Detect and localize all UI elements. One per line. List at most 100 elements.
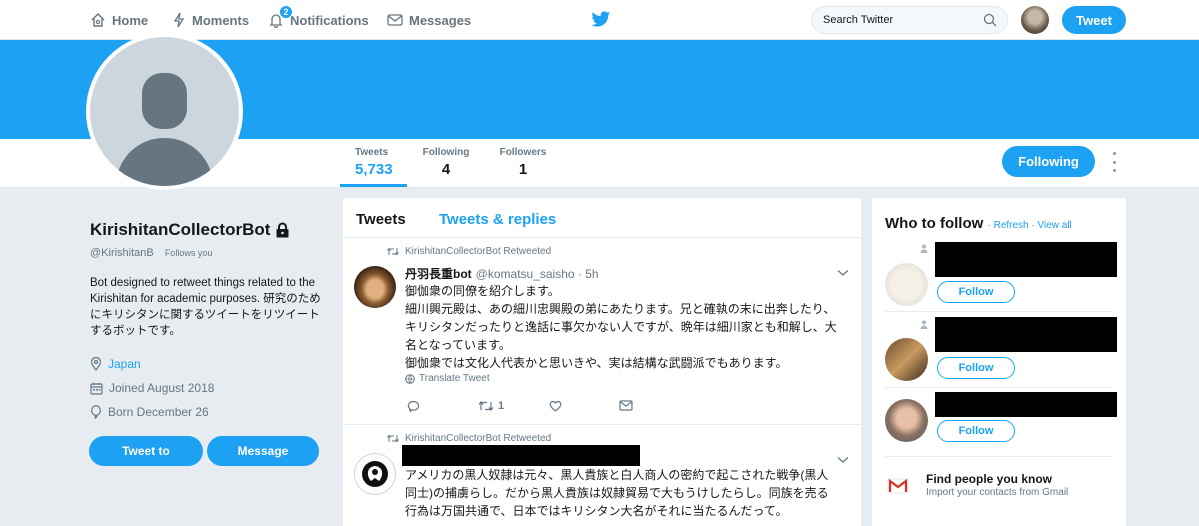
tweet-author-name[interactable]: 丹羽長重bot bbox=[405, 265, 472, 282]
tab-tweets-and-replies[interactable]: Tweets & replies bbox=[439, 211, 556, 228]
retweet-icon bbox=[387, 247, 399, 256]
tweet[interactable]: KirishitanCollectorBot Retweeted 丹羽長重bot… bbox=[343, 239, 861, 425]
gmail-icon bbox=[887, 478, 909, 494]
follow-button[interactable]: Follow bbox=[937, 357, 1015, 379]
tweet-actions: 1 bbox=[405, 400, 635, 416]
tweet-text-line: 行為は万国共通で、日本ではキリシタン大名がそれに当たるんだって。 bbox=[405, 504, 788, 518]
nav-moments[interactable]: Moments bbox=[172, 0, 249, 40]
crest-icon bbox=[362, 461, 388, 487]
nav-messages[interactable]: Messages bbox=[387, 0, 471, 40]
stat-following-label: Following bbox=[422, 147, 470, 158]
tweet-text-line: 同士)の捕虜らし。だから黒人貴族は奴隷貿易で大もうけしたらし。同族を売る bbox=[405, 486, 829, 500]
divider bbox=[885, 387, 1113, 388]
retweeted-by[interactable]: KirishitanCollectorBot Retweeted bbox=[405, 433, 551, 444]
refresh-link[interactable]: Refresh bbox=[994, 220, 1029, 231]
timeline: Tweets Tweets & replies KirishitanCollec… bbox=[343, 198, 861, 526]
tweet[interactable]: KirishitanCollectorBot Retweeted アメリカの黒人… bbox=[343, 426, 861, 526]
profile-name-text: KirishitanCollectorBot bbox=[90, 220, 271, 239]
who-to-follow-header: Who to follow · Refresh · View all bbox=[885, 215, 1072, 232]
profile-handle-text[interactable]: @KirishitanB bbox=[90, 247, 154, 259]
stat-tweets-value: 5,733 bbox=[355, 161, 393, 178]
translate-tweet-label: Translate Tweet bbox=[419, 373, 490, 384]
retweet-button[interactable]: 1 bbox=[478, 400, 504, 412]
profile-born: Born December 26 bbox=[90, 405, 209, 419]
like-button[interactable] bbox=[549, 400, 566, 412]
divider bbox=[885, 456, 1113, 457]
retweet-count: 1 bbox=[498, 400, 505, 412]
stat-followers-label: Followers bbox=[499, 147, 547, 158]
nav-notifications-label: Notifications bbox=[290, 12, 369, 28]
tweet-text-line: 名となっています。 bbox=[405, 338, 511, 352]
profile-location-text[interactable]: Japan bbox=[108, 357, 141, 371]
follow-button[interactable]: Follow bbox=[937, 420, 1015, 442]
direct-message-button[interactable] bbox=[619, 400, 637, 411]
balloon-icon bbox=[91, 405, 101, 419]
who-to-follow-title: Who to follow bbox=[885, 215, 984, 232]
compose-tweet-button[interactable]: Tweet bbox=[1062, 6, 1126, 34]
chevron-down-icon[interactable] bbox=[837, 456, 849, 464]
find-people-you-know[interactable]: Find people you know Import your contact… bbox=[885, 470, 1113, 506]
retweet-icon bbox=[478, 401, 494, 411]
stat-tweets-label: Tweets bbox=[355, 147, 389, 158]
stat-following[interactable]: Following 4 bbox=[421, 147, 471, 178]
profile-avatar[interactable] bbox=[86, 33, 243, 190]
search-icon[interactable] bbox=[983, 13, 997, 27]
retweet-context: KirishitanCollectorBot Retweeted bbox=[387, 433, 551, 444]
tweet-text-line: アメリカの黒人奴隷は元々、黒人貴族と白人商人の密約で起こされた戦争(黒人 bbox=[405, 468, 829, 482]
nav-notifications[interactable]: 2 Notifications bbox=[268, 0, 369, 40]
envelope-icon bbox=[619, 400, 633, 411]
tweet-text-line: 細川興元殿は、あの細川忠興殿の弟にあたります。兄と確執の末に出奔したり、 bbox=[405, 302, 836, 316]
account-avatar[interactable] bbox=[1021, 6, 1049, 34]
retweeted-by[interactable]: KirishitanCollectorBot Retweeted bbox=[405, 246, 551, 257]
message-button[interactable]: Message bbox=[207, 436, 319, 466]
suggestion-avatar[interactable] bbox=[885, 338, 928, 381]
profile-name: KirishitanCollectorBot bbox=[90, 220, 290, 240]
reply-button[interactable] bbox=[407, 400, 424, 413]
more-options-icon[interactable] bbox=[1110, 152, 1118, 172]
follows-you-badge: Follows you bbox=[164, 248, 213, 258]
suggestion-avatar[interactable] bbox=[885, 263, 928, 306]
notification-badge: 2 bbox=[279, 5, 293, 19]
redacted-suggestion-name bbox=[935, 317, 1117, 352]
redacted-suggestion-name bbox=[935, 242, 1117, 277]
tweet-text: 御伽衆の同僚を紹介します。 細川興元殿は、あの細川忠興殿の弟にあたります。兄と確… bbox=[405, 282, 851, 372]
divider bbox=[885, 311, 1113, 312]
profile-born-text: Born December 26 bbox=[108, 405, 209, 419]
follow-button[interactable]: Follow bbox=[937, 281, 1015, 303]
nav-home-label: Home bbox=[112, 12, 149, 28]
stat-following-value: 4 bbox=[441, 161, 451, 178]
nav-moments-label: Moments bbox=[192, 12, 250, 28]
tweet-author-avatar[interactable] bbox=[354, 453, 396, 495]
tweet-to-button[interactable]: Tweet to bbox=[89, 436, 203, 466]
stat-tweets[interactable]: Tweets 5,733 bbox=[355, 147, 393, 178]
tweet-author-avatar[interactable] bbox=[354, 266, 396, 308]
nav-home[interactable]: Home bbox=[90, 0, 148, 40]
find-people-subtitle: Import your contacts from Gmail bbox=[926, 487, 1069, 498]
location-pin-icon bbox=[90, 357, 102, 371]
tweet-author-handle[interactable]: @komatsu_saisho · 5h bbox=[476, 267, 599, 281]
profile-joined: Joined August 2018 bbox=[90, 381, 214, 395]
calendar-icon bbox=[90, 382, 103, 395]
profile-joined-text: Joined August 2018 bbox=[109, 381, 215, 395]
reply-icon bbox=[407, 400, 420, 413]
translate-tweet[interactable]: Translate Tweet bbox=[405, 373, 490, 384]
following-button[interactable]: Following bbox=[1002, 146, 1095, 177]
tab-tweets[interactable]: Tweets bbox=[356, 211, 406, 228]
chevron-down-icon[interactable] bbox=[837, 269, 849, 277]
person-icon bbox=[920, 244, 928, 253]
profile-location: Japan bbox=[90, 357, 141, 371]
twitter-bird-icon[interactable] bbox=[591, 11, 611, 28]
find-people-title[interactable]: Find people you know bbox=[926, 472, 1052, 486]
search-input[interactable]: Search Twitter bbox=[811, 6, 1008, 34]
stat-followers-value: 1 bbox=[518, 161, 528, 178]
timeline-tabs: Tweets Tweets & replies bbox=[343, 198, 861, 238]
retweet-icon bbox=[387, 434, 399, 443]
profile-handle: @KirishitanB Follows you bbox=[90, 247, 212, 259]
tweet-header: 丹羽長重bot @komatsu_saisho · 5h bbox=[405, 265, 599, 282]
suggestion-avatar[interactable] bbox=[885, 399, 928, 442]
view-all-link[interactable]: View all bbox=[1038, 220, 1072, 231]
tweet-text-line: 御伽衆では文化人代表かと思いきや、実は結構な武闘派でもあります。 bbox=[405, 356, 788, 370]
retweet-context: KirishitanCollectorBot Retweeted bbox=[387, 246, 551, 257]
stat-followers[interactable]: Followers 1 bbox=[498, 147, 548, 178]
default-avatar-icon bbox=[90, 37, 239, 186]
